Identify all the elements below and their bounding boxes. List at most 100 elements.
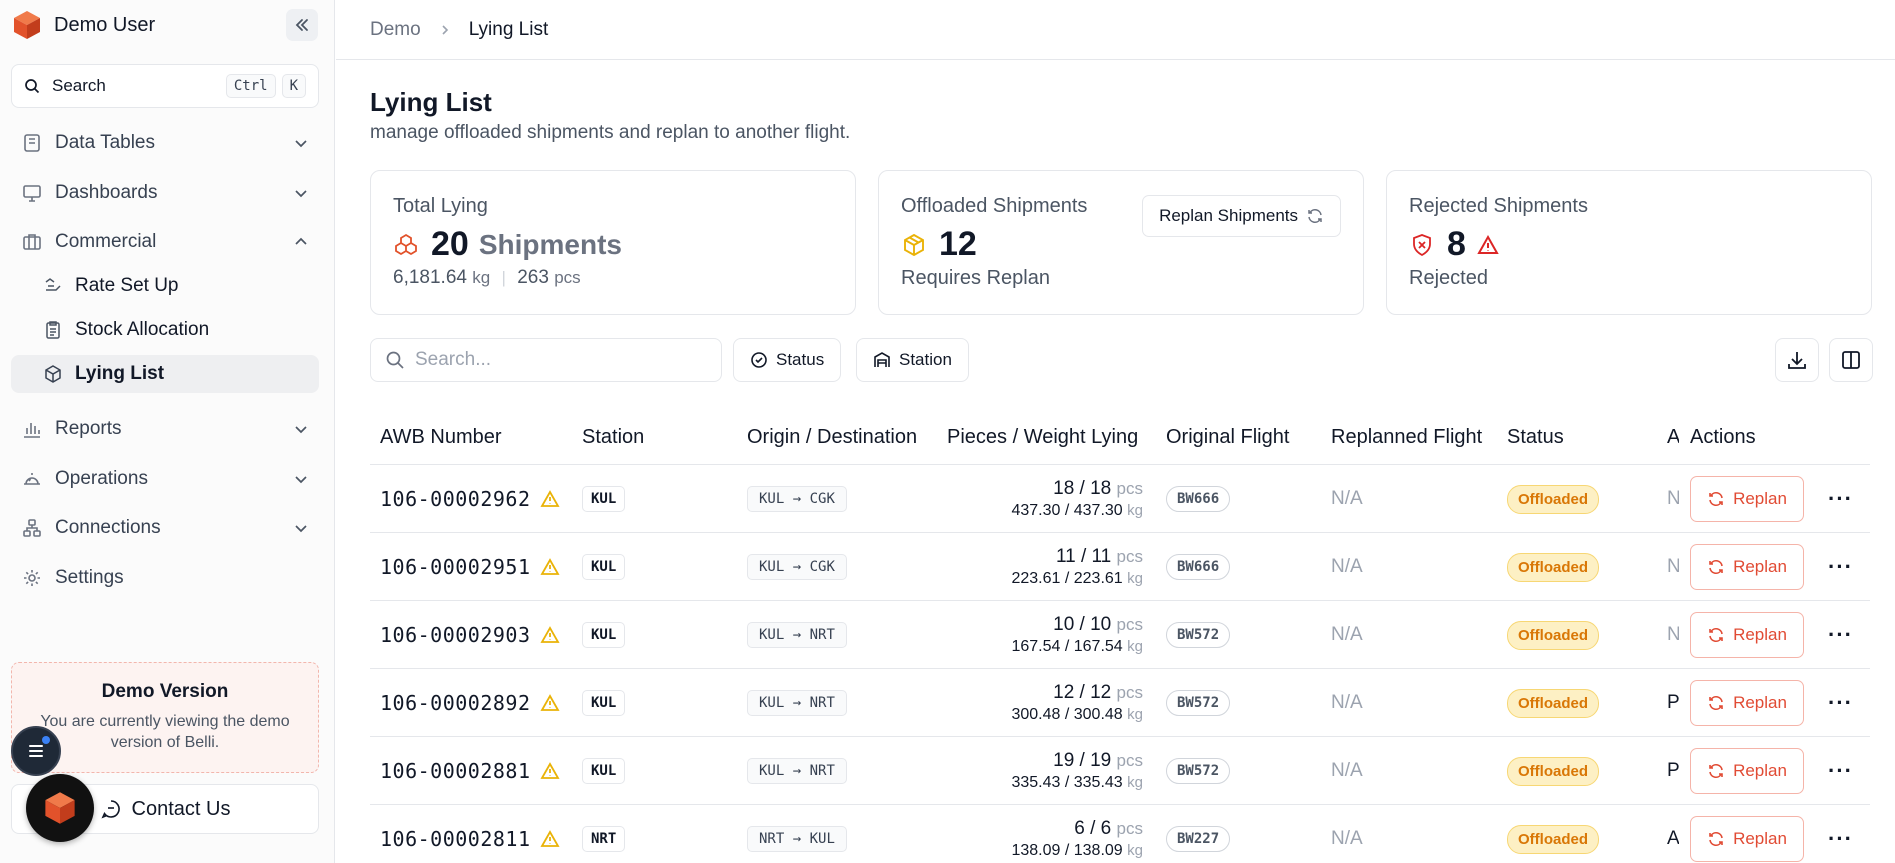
more-options-button[interactable]: ··· xyxy=(1828,826,1853,852)
table-row[interactable]: 106-00002881 KUL KUL → NRT 19 / 19 pcs 3… xyxy=(370,737,1870,805)
kg-unit: kg xyxy=(1127,638,1143,655)
replan-label: Replan xyxy=(1733,557,1787,576)
col-awb[interactable]: AWB Number xyxy=(380,426,502,449)
pcs-unit: pcs xyxy=(1116,683,1143,702)
col-status[interactable]: Status xyxy=(1507,426,1564,449)
nav-connections[interactable]: Connections xyxy=(11,508,319,548)
nav-label: Connections xyxy=(55,517,161,538)
more-options-button[interactable]: ··· xyxy=(1828,554,1853,580)
nav-dashboards[interactable]: Dashboards xyxy=(11,173,319,213)
nav-reports[interactable]: Reports xyxy=(11,409,319,449)
table-row[interactable]: 106-00002811 NRT NRT → KUL 6 / 6 pcs 138… xyxy=(370,805,1870,863)
nav-data-tables[interactable]: Data Tables xyxy=(11,123,319,163)
nav-lying-list[interactable]: Lying List xyxy=(11,355,319,393)
awb-number[interactable]: 106-00002962 xyxy=(380,487,531,511)
truncated-cell: N xyxy=(1667,556,1679,577)
refresh-icon xyxy=(1709,831,1723,847)
col-station[interactable]: Station xyxy=(582,426,644,449)
route-badge: KUL → NRT xyxy=(747,690,847,716)
station-badge: KUL xyxy=(582,690,626,716)
nav-rate-set-up[interactable]: Rate Set Up xyxy=(11,267,319,305)
sidebar-search[interactable]: Search Ctrl K xyxy=(11,64,319,108)
replan-label: Replan xyxy=(1733,693,1787,712)
search-input[interactable] xyxy=(415,349,705,371)
arrow-right-icon: → xyxy=(792,559,802,575)
station-filter-label: Station xyxy=(899,350,952,369)
awb-number[interactable]: 106-00002811 xyxy=(380,827,531,851)
col-original-flight[interactable]: Original Flight xyxy=(1166,426,1289,449)
nav-label: Settings xyxy=(55,567,124,588)
refresh-icon xyxy=(1709,627,1723,643)
arrow-right-icon: → xyxy=(792,695,802,711)
pcs-unit: pcs xyxy=(1116,547,1143,566)
awb-number[interactable]: 106-00002892 xyxy=(380,691,531,715)
weight-value: 335.43 / 335.43 xyxy=(1011,774,1123,791)
download-button[interactable] xyxy=(1775,338,1819,382)
col-pieces-weight[interactable]: Pieces / Weight Lying xyxy=(947,426,1138,449)
notification-dot xyxy=(42,736,50,744)
col-origin-destination[interactable]: Origin / Destination xyxy=(747,426,917,449)
chevrons-left-icon xyxy=(295,19,308,31)
operations-icon xyxy=(24,473,40,485)
status-badge: Offloaded xyxy=(1507,552,1599,582)
brand[interactable]: Demo User xyxy=(11,10,155,40)
nav-label: Data Tables xyxy=(55,132,155,153)
nav-label: Commercial xyxy=(55,231,157,252)
weight-unit: kg xyxy=(472,268,491,287)
replan-button[interactable]: Replan xyxy=(1690,816,1804,862)
nav-commercial[interactable]: Commercial xyxy=(11,222,319,262)
collapse-sidebar-button[interactable] xyxy=(286,9,318,41)
rate-icon xyxy=(45,278,61,291)
arrow-right-icon: → xyxy=(792,491,802,507)
floating-logo-button[interactable] xyxy=(26,774,94,842)
table-row[interactable]: 106-00002892 KUL KUL → NRT 12 / 12 pcs 3… xyxy=(370,669,1870,737)
download-icon xyxy=(1788,352,1806,369)
replan-button[interactable]: Replan xyxy=(1690,680,1804,726)
refresh-icon xyxy=(1709,559,1723,575)
status-badge: Offloaded xyxy=(1507,756,1599,786)
arrow-right-icon: → xyxy=(792,627,802,643)
table-search[interactable] xyxy=(370,338,722,382)
origin: KUL xyxy=(759,627,785,643)
route-badge: KUL → NRT xyxy=(747,622,847,648)
awb-number[interactable]: 106-00002903 xyxy=(380,623,531,647)
shortcut-ctrl: Ctrl xyxy=(225,74,276,98)
columns-toggle-button[interactable] xyxy=(1829,338,1873,382)
replan-button[interactable]: Replan xyxy=(1690,476,1804,522)
replan-label: Replan xyxy=(1733,625,1787,644)
replan-button[interactable]: Replan xyxy=(1690,612,1804,658)
nav-stock-allocation[interactable]: Stock Allocation xyxy=(11,311,319,349)
nav-operations[interactable]: Operations xyxy=(11,459,319,499)
warning-icon xyxy=(539,626,560,643)
col-replanned-flight[interactable]: Replanned Flight xyxy=(1331,426,1482,449)
more-options-button[interactable]: ··· xyxy=(1828,690,1853,716)
arrow-right-icon: → xyxy=(792,831,802,847)
destination: KUL xyxy=(809,831,835,847)
route-badge: KUL → NRT xyxy=(747,758,847,784)
breadcrumb-parent[interactable]: Demo xyxy=(370,19,421,41)
more-options-button[interactable]: ··· xyxy=(1828,622,1853,648)
replanned-flight: N/A xyxy=(1331,828,1363,849)
more-options-button[interactable]: ··· xyxy=(1828,758,1853,784)
status-filter-button[interactable]: Status xyxy=(733,338,842,382)
chevron-up-icon xyxy=(295,237,307,245)
chevron-down-icon xyxy=(295,190,307,198)
station-badge: KUL xyxy=(582,486,626,512)
breadcrumb-current: Lying List xyxy=(468,18,549,40)
kg-unit: kg xyxy=(1127,774,1143,791)
nav-settings[interactable]: Settings xyxy=(11,558,319,598)
table-row[interactable]: 106-00002962 KUL KUL → CGK 18 / 18 pcs 4… xyxy=(370,465,1870,533)
station-filter-button[interactable]: Station xyxy=(856,338,969,382)
col-truncated[interactable]: A xyxy=(1667,426,1679,449)
replan-button[interactable]: Replan xyxy=(1690,544,1804,590)
table-row[interactable]: 106-00002951 KUL KUL → CGK 11 / 11 pcs 2… xyxy=(370,533,1870,601)
replan-button[interactable]: Replan xyxy=(1690,748,1804,794)
table-row[interactable]: 106-00002903 KUL KUL → NRT 10 / 10 pcs 1… xyxy=(370,601,1870,669)
awb-number[interactable]: 106-00002951 xyxy=(380,555,531,579)
floating-menu-button[interactable] xyxy=(11,726,61,776)
card-title: Total Lying xyxy=(393,195,488,217)
awb-number[interactable]: 106-00002881 xyxy=(380,759,531,783)
demo-title: Demo Version xyxy=(101,681,229,702)
more-options-button[interactable]: ··· xyxy=(1828,486,1853,512)
replan-shipments-button[interactable]: Replan Shipments xyxy=(1142,195,1341,237)
